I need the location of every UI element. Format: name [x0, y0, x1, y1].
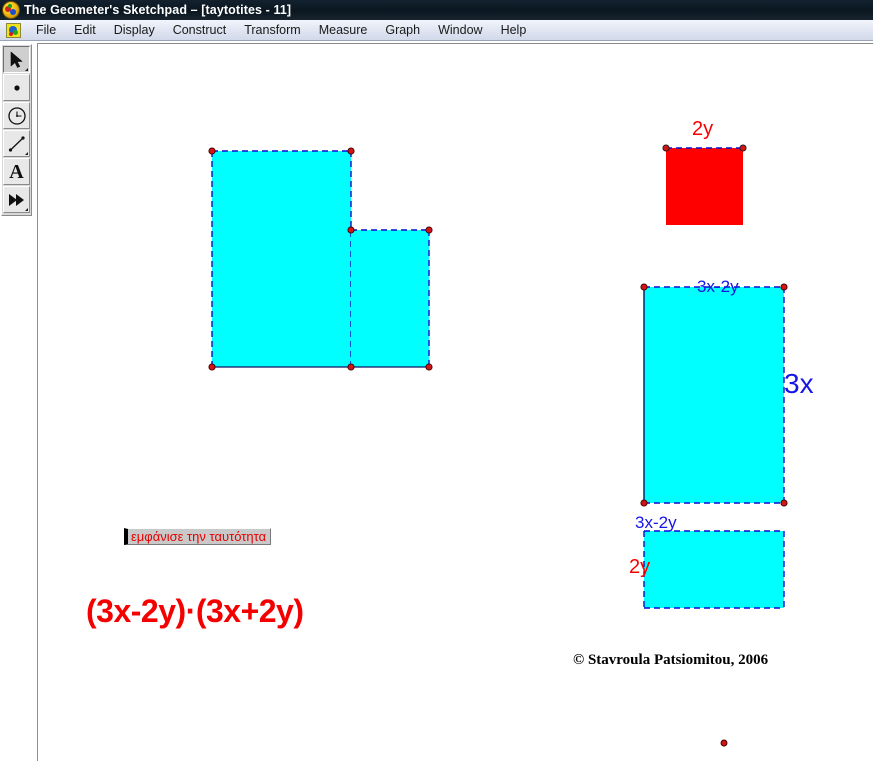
menu-item-measure[interactable]: Measure	[310, 21, 377, 40]
label-3x-2y-bottom[interactable]: 3x-2y	[635, 514, 677, 531]
custom-tool[interactable]	[3, 186, 30, 213]
menu-item-help[interactable]: Help	[492, 21, 536, 40]
compass-circle-tool[interactable]	[3, 102, 30, 129]
action-button-label: εμφάνισε την ταυτότητα	[131, 529, 267, 544]
label-2y-red-square[interactable]: 2y	[692, 119, 713, 139]
identity-formula-text[interactable]: (3x-2y)·(3x+2y)	[86, 594, 304, 628]
sketchpad-window: The Geometer's Sketchpad – [taytotites -…	[0, 0, 873, 761]
point-tool[interactable]	[3, 74, 30, 101]
show-identity-action-button[interactable]: εμφάνισε την ταυτότητα	[124, 528, 272, 545]
point-icon	[13, 84, 20, 91]
menu-item-display[interactable]: Display	[105, 21, 164, 40]
arrow-select-tool[interactable]	[3, 46, 30, 73]
tool-expand-corner	[25, 152, 28, 155]
arrow-cursor-icon	[10, 51, 22, 68]
menu-item-transform[interactable]: Transform	[235, 21, 310, 40]
red-square-2y[interactable]	[662, 144, 747, 225]
title-bar: The Geometer's Sketchpad – [taytotites -…	[0, 0, 873, 20]
double-arrow-icon	[8, 193, 24, 206]
label-3x-2y-top[interactable]: 3x-2y	[697, 278, 739, 295]
sketchpad-logo-icon	[3, 2, 19, 18]
circle-icon	[7, 106, 26, 125]
text-tool[interactable]: A	[3, 158, 30, 185]
window-title: The Geometer's Sketchpad – [taytotites -…	[24, 3, 292, 17]
free-point[interactable]	[720, 739, 728, 747]
right-bottom-rectangle[interactable]	[643, 530, 785, 609]
tool-expand-corner	[25, 68, 28, 71]
sketch-canvas[interactable]: 2y 3x-2y 3x 3x-2y 2y εμφάνισε την ταυτότ…	[37, 43, 873, 761]
left-small-rectangle[interactable]	[351, 229, 430, 368]
sketchpad-app-icon[interactable]	[6, 22, 21, 38]
menu-bar: File Edit Display Construct Transform Me…	[0, 20, 873, 41]
menu-item-file[interactable]: File	[27, 21, 65, 40]
label-2y-bottom[interactable]: 2y	[629, 557, 650, 577]
menu-item-graph[interactable]: Graph	[376, 21, 429, 40]
left-large-rectangle[interactable]	[211, 150, 352, 368]
menu-item-window[interactable]: Window	[429, 21, 491, 40]
tool-expand-corner	[25, 208, 28, 211]
straightedge-tool[interactable]	[3, 130, 30, 157]
copyright-text: © Stavroula Patsiomitou, 2006	[573, 652, 769, 668]
menu-item-edit[interactable]: Edit	[65, 21, 105, 40]
right-tall-rectangle[interactable]	[640, 283, 788, 507]
label-3x-right[interactable]: 3x	[784, 370, 814, 398]
toolbox: A	[1, 44, 32, 216]
menu-item-construct[interactable]: Construct	[164, 21, 236, 40]
text-a-icon: A	[9, 160, 24, 183]
